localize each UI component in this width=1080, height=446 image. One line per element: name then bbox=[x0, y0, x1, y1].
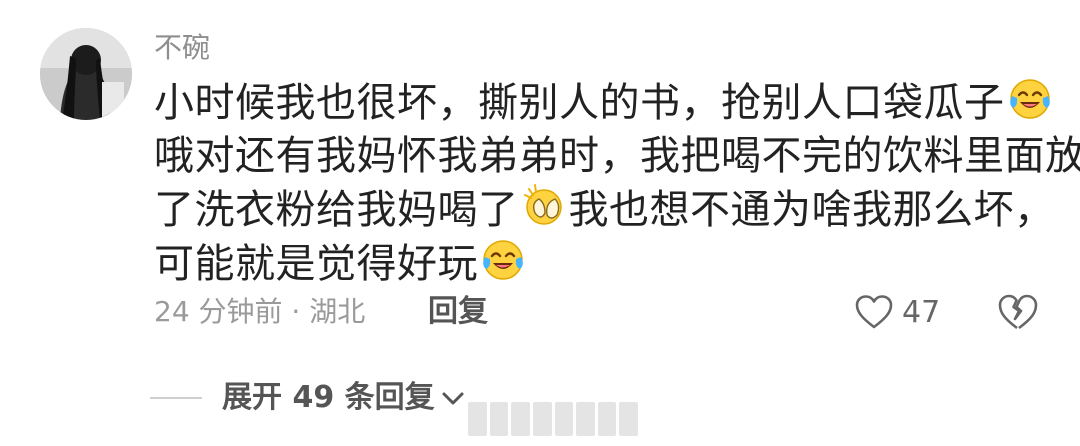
expand-replies[interactable]: 展开 49 条回复 bbox=[150, 378, 467, 418]
avatar[interactable] bbox=[40, 28, 132, 120]
comment-line: 哦对还有我妈怀我弟弟时，我把喝不完的饮料里面放 bbox=[154, 130, 1080, 183]
comment-text: 小时候我也很坏，撕别人的书，抢别人口袋瓜子 哦对还有我妈怀我弟弟时，我把喝不完的… bbox=[154, 76, 1080, 291]
laugh-cry-emoji-icon bbox=[1009, 79, 1050, 119]
comment-line-text: 可能就是觉得好玩 bbox=[154, 241, 478, 287]
avatar-image bbox=[40, 28, 132, 120]
laugh-cry-emoji-icon bbox=[483, 240, 523, 280]
divider bbox=[150, 397, 202, 399]
comment-line-text: 小时候我也很坏，撕别人的书，抢别人口袋瓜子 bbox=[154, 80, 1005, 126]
comment-line: 小时候我也很坏，撕别人的书，抢别人口袋瓜子 bbox=[154, 76, 1054, 130]
chevron-down-icon bbox=[442, 392, 464, 405]
comment-line: 了洗衣粉给我妈喝了 我也想不通为啥我那么坏， bbox=[154, 183, 1054, 237]
broken-heart-icon bbox=[998, 294, 1038, 330]
comment-line-text: 我也想不通为啥我那么坏， bbox=[568, 187, 1055, 233]
comment-line-text: 了洗衣粉给我妈喝了 bbox=[154, 187, 519, 233]
comment-username[interactable]: 不碗 bbox=[154, 30, 210, 66]
expand-replies-label: 展开 49 条回复 bbox=[222, 380, 435, 415]
comment-meta: 24 分钟前 · 湖北 bbox=[154, 295, 366, 328]
heart-icon bbox=[855, 295, 893, 329]
reply-button[interactable]: 回复 bbox=[428, 292, 488, 332]
comment-line: 可能就是觉得好玩 bbox=[154, 237, 1054, 291]
watermark bbox=[468, 402, 638, 436]
like-count: 47 bbox=[902, 294, 941, 330]
hands-over-face-emoji-icon bbox=[523, 184, 562, 225]
like-button[interactable]: 47 bbox=[854, 292, 940, 332]
dislike-button[interactable] bbox=[996, 292, 1038, 332]
comment-line-text: 哦对还有我妈怀我弟弟时，我把喝不完的饮料里面放 bbox=[154, 133, 1080, 179]
